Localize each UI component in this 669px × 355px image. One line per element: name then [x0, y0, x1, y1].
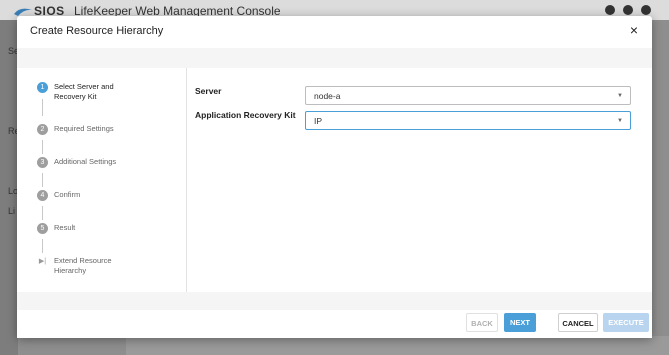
step-label: Extend Resource Hierarchy: [54, 256, 112, 275]
step-number-badge: 2: [37, 124, 48, 135]
settings-icon[interactable]: [623, 5, 633, 15]
step-connector: [42, 206, 43, 220]
recovery-kit-label: Application Recovery Kit: [195, 110, 296, 120]
step-confirm: 4 Confirm: [37, 190, 126, 201]
recovery-kit-select[interactable]: IP ▼: [305, 111, 631, 130]
server-label: Server: [195, 86, 222, 96]
execute-button[interactable]: EXECUTE: [603, 313, 649, 332]
next-button[interactable]: NEXT: [504, 313, 536, 332]
dialog-footer: BACK NEXT CANCEL EXECUTE: [17, 310, 652, 338]
dialog-title: Create Resource Hierarchy: [30, 25, 164, 37]
step-number-badge: 4: [37, 190, 48, 201]
chevron-down-icon: ▼: [617, 118, 623, 124]
app-bottom-panel: [126, 336, 669, 355]
dialog-header: Create Resource Hierarchy ×: [17, 16, 652, 48]
step-connector: [42, 239, 43, 253]
step-label: Result: [54, 223, 76, 232]
step-number-badge: 5: [37, 223, 48, 234]
step-additional-settings: 3 Additional Settings: [37, 157, 126, 168]
step-label: Additional Settings: [54, 157, 117, 166]
step-label: Confirm: [54, 190, 81, 199]
chevron-down-icon: ▼: [617, 93, 623, 99]
wizard-steps: 1 Select Server and Recovery Kit 2 Requi…: [17, 68, 187, 292]
step-extend-hierarchy: ▶| Extend Resource Hierarchy: [37, 256, 126, 276]
step-connector: [42, 140, 43, 154]
help-icon[interactable]: [605, 5, 615, 15]
wizard-content: Server node-a ▼ Application Recovery Kit…: [187, 68, 652, 292]
cancel-button[interactable]: CANCEL: [558, 313, 598, 332]
sidebar-text: Li: [8, 206, 16, 216]
step-result: 5 Result: [37, 223, 126, 234]
step-label: Select Server and Recovery Kit: [54, 82, 114, 101]
step-connector: [42, 99, 43, 116]
server-select-value: node-a: [314, 91, 341, 101]
app-toolbar-icons: [605, 5, 651, 15]
back-button[interactable]: BACK: [466, 313, 498, 332]
step-number-badge: 3: [37, 157, 48, 168]
step-required-settings: 2 Required Settings: [37, 124, 126, 135]
recovery-kit-select-value: IP: [314, 116, 323, 126]
create-resource-hierarchy-dialog: Create Resource Hierarchy × 1 Select Ser…: [17, 16, 652, 338]
app-sidebar: Se Re Lo Li: [0, 20, 20, 355]
close-icon[interactable]: ×: [626, 22, 642, 38]
account-icon[interactable]: [641, 5, 651, 15]
step-select-server: 1 Select Server and Recovery Kit: [37, 82, 126, 102]
dialog-body: 1 Select Server and Recovery Kit 2 Requi…: [17, 48, 652, 310]
server-select[interactable]: node-a ▼: [305, 86, 631, 105]
step-connector: [42, 173, 43, 187]
step-number-badge: 1: [37, 82, 48, 93]
step-label: Required Settings: [54, 124, 114, 133]
extend-icon: ▶|: [38, 258, 47, 265]
